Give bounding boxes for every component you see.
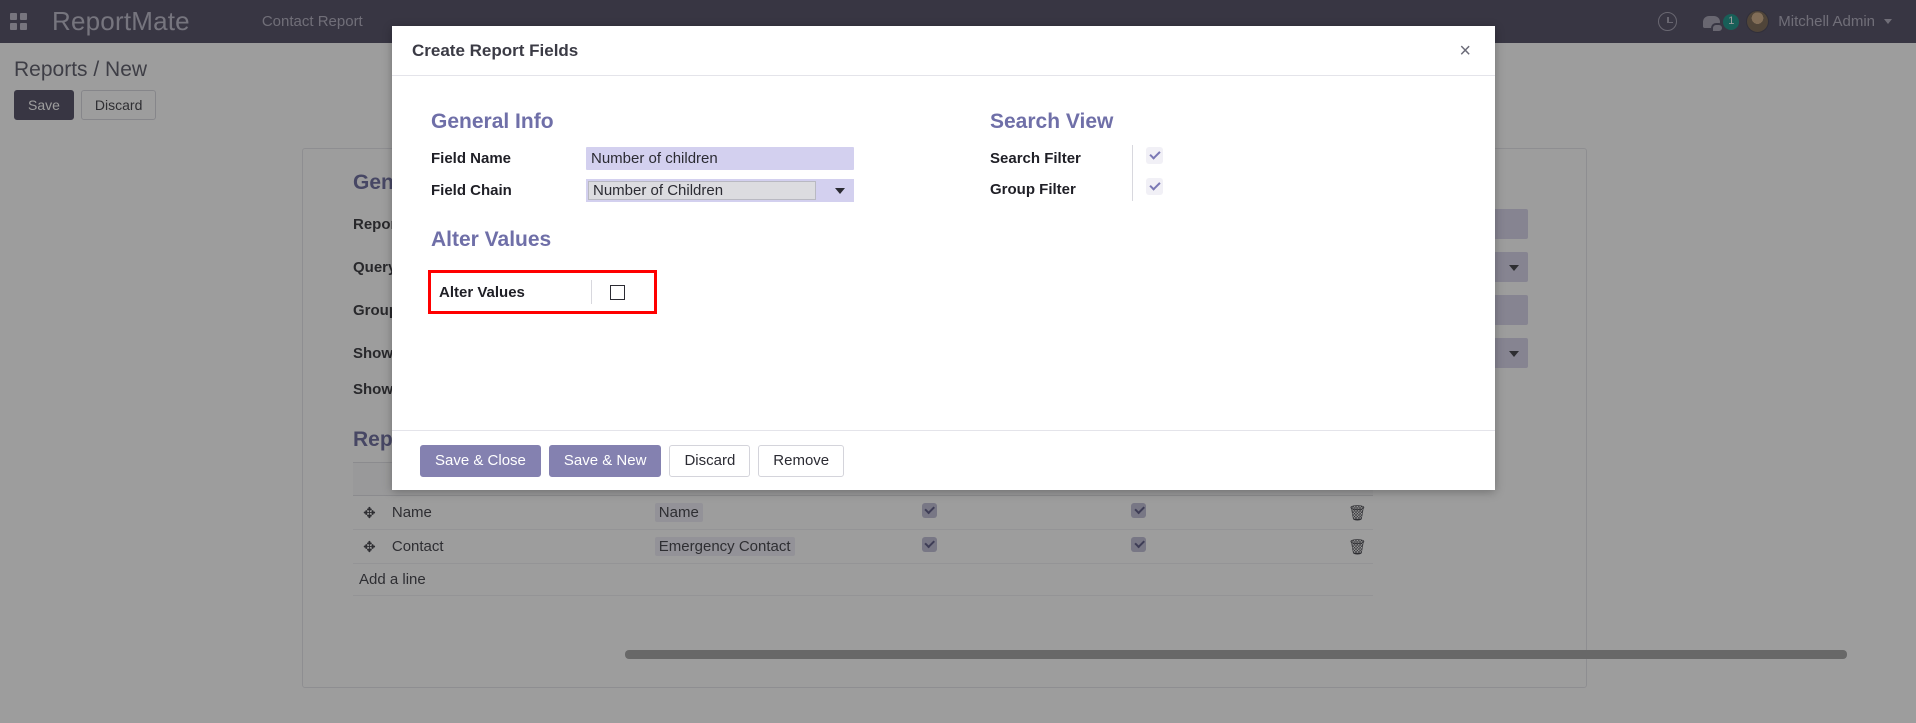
field-name-field — [586, 147, 861, 170]
field-chain-label: Field Chain — [431, 182, 586, 199]
modal-body: General Info Field Name Field Chain Numb… — [392, 76, 1495, 430]
search-view-grid: Search Filter Group Filter — [990, 147, 1380, 200]
modal-footer: Save & Close Save & New Discard Remove — [392, 430, 1495, 490]
general-info-title: General Info — [431, 110, 950, 134]
alter-values-label: Alter Values — [439, 284, 591, 301]
close-icon[interactable]: × — [1453, 40, 1477, 62]
field-name-input[interactable] — [586, 147, 854, 170]
modal-title: Create Report Fields — [412, 41, 578, 61]
field-chain-field: Number of Children — [586, 179, 861, 202]
general-info-grid: Field Name Field Chain Number of Childre… — [431, 147, 950, 202]
group-filter-label: Group Filter — [990, 181, 1140, 198]
alter-values-highlight-annotation: Alter Values — [428, 270, 657, 314]
save-and-new-button[interactable]: Save & New — [549, 445, 662, 477]
field-chain-select-wrap: Number of Children — [586, 179, 854, 202]
field-divider — [591, 280, 592, 304]
field-name-label: Field Name — [431, 150, 586, 167]
search-filter-label: Search Filter — [990, 150, 1140, 167]
alter-values-section: Alter Values Alter Values — [420, 228, 1467, 314]
group-filter-checkbox[interactable] — [1146, 178, 1163, 195]
group-filter-field — [1140, 178, 1200, 200]
search-view-column: Search View Search Filter Group Filter — [950, 110, 1380, 202]
alter-values-title: Alter Values — [431, 228, 1467, 252]
alter-values-checkbox[interactable] — [610, 285, 625, 300]
modal-header: Create Report Fields × — [392, 26, 1495, 76]
save-and-close-button[interactable]: Save & Close — [420, 445, 541, 477]
search-filter-field — [1140, 147, 1200, 169]
alter-values-row: Alter Values — [439, 280, 644, 304]
search-view-title: Search View — [990, 110, 1380, 134]
general-info-column: General Info Field Name Field Chain Numb… — [420, 110, 950, 202]
create-report-fields-dialog: Create Report Fields × General Info Fiel… — [392, 26, 1495, 490]
field-chain-selected-value: Number of Children — [588, 181, 816, 200]
modal-discard-button[interactable]: Discard — [669, 445, 750, 477]
search-filter-checkbox[interactable] — [1146, 147, 1163, 164]
field-chain-select[interactable]: Number of Children — [586, 179, 854, 202]
modal-columns: General Info Field Name Field Chain Numb… — [420, 110, 1467, 202]
modal-remove-button[interactable]: Remove — [758, 445, 844, 477]
